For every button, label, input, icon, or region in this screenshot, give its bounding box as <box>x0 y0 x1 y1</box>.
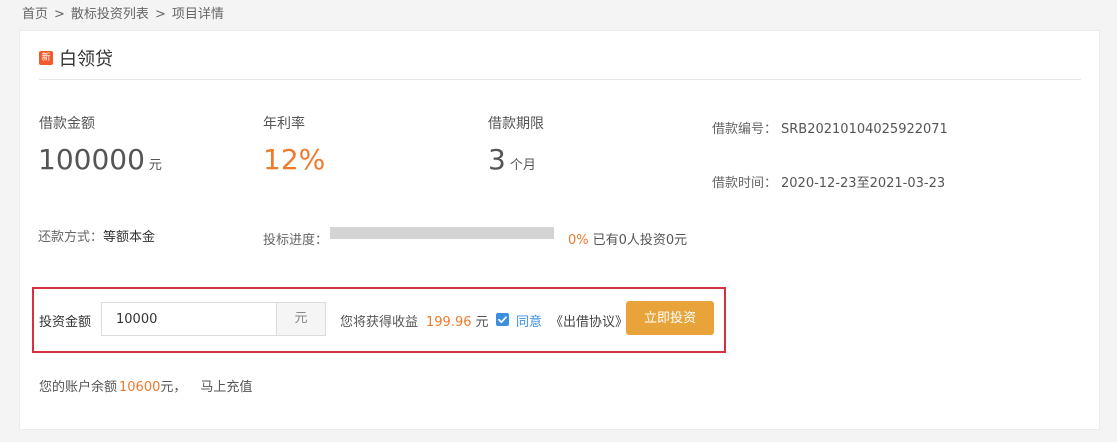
term-number: 3 <box>488 143 506 176</box>
loan-number: 借款编号： SRB20210104025922071 <box>712 118 948 137</box>
loan-time-label: 借款时间： <box>712 176 778 191</box>
balance-prefix: 您的账户余额 <box>39 380 118 395</box>
loan-amount-unit: 元 <box>148 158 162 173</box>
loan-time-value: 2020-12-23至2021-03-23 <box>781 176 946 191</box>
rate-label: 年利率 <box>263 116 305 132</box>
breadcrumb: 首页 > 散标投资列表 > 项目详情 <box>22 3 224 22</box>
invest-amount-label: 投资金额 <box>39 315 92 330</box>
progress-summary: 0% 已有0人投资0元 <box>568 229 687 248</box>
project-title-row: 新 白领贷 <box>39 45 113 71</box>
repayment-method: 还款方式：等额本金 <box>38 226 155 245</box>
breadcrumb-current: 项目详情 <box>171 7 224 22</box>
progress-percent: 0% <box>568 233 589 248</box>
new-badge-icon: 新 <box>39 51 53 65</box>
agreement-doc-link[interactable]: 《出借协议》 <box>550 315 628 330</box>
loan-amount-number: 100000 <box>38 143 145 176</box>
breadcrumb-list-link[interactable]: 散标投资列表 <box>71 7 149 22</box>
progress-label: 投标进度： <box>263 233 329 248</box>
breadcrumb-separator: > <box>154 7 166 22</box>
loan-amount-value: 100000 元 <box>38 143 162 176</box>
term-unit: 个月 <box>509 158 536 173</box>
invest-panel: 投资金额 元 您将获得收益199.96元 同意《出借协议》 立即投资 <box>32 287 726 353</box>
progress-bar <box>330 227 554 239</box>
rate-value: 12% <box>263 143 326 176</box>
project-detail-card: 新 白领贷 借款金额 100000 元 年利率 12% 借款期限 3 个月 借款编号… <box>19 30 1100 430</box>
repayment-label: 还款方式： <box>38 230 104 245</box>
balance-amount: 10600 <box>119 380 161 395</box>
breadcrumb-home-link[interactable]: 首页 <box>22 7 48 22</box>
term-label: 借款期限 <box>488 116 544 132</box>
progress-summary-text: 已有0人投资0元 <box>592 233 688 248</box>
project-title: 白领贷 <box>59 49 113 70</box>
agree-link[interactable]: 同意 <box>516 315 542 330</box>
loan-number-value: SRB20210104025922071 <box>781 122 948 137</box>
expected-income-value: 199.96 <box>426 315 472 330</box>
expected-income: 您将获得收益 199.96 元 <box>340 311 489 330</box>
repayment-value: 等额本金 <box>103 230 156 245</box>
title-divider <box>39 79 1081 80</box>
agreement-text: 同意 《出借协议》 <box>516 311 628 330</box>
account-balance: 您的账户余额 10600元， 马上充值 <box>39 376 252 395</box>
invest-amount-unit: 元 <box>276 302 326 336</box>
invest-amount-input[interactable] <box>101 302 277 336</box>
loan-number-label: 借款编号： <box>712 122 778 137</box>
recharge-link[interactable]: 马上充值 <box>200 380 252 395</box>
breadcrumb-separator: > <box>54 7 65 22</box>
agree-checkbox[interactable] <box>496 313 509 326</box>
balance-suffix: 元， <box>160 380 187 395</box>
term-value: 3 个月 <box>488 143 536 176</box>
checkmark-icon <box>498 316 507 324</box>
invest-now-button[interactable]: 立即投资 <box>626 301 714 335</box>
expected-income-unit: 元 <box>475 315 489 330</box>
loan-time: 借款时间： 2020-12-23至2021-03-23 <box>712 172 945 191</box>
expected-income-label: 您将获得收益 <box>340 315 419 330</box>
loan-amount-label: 借款金额 <box>39 116 95 132</box>
